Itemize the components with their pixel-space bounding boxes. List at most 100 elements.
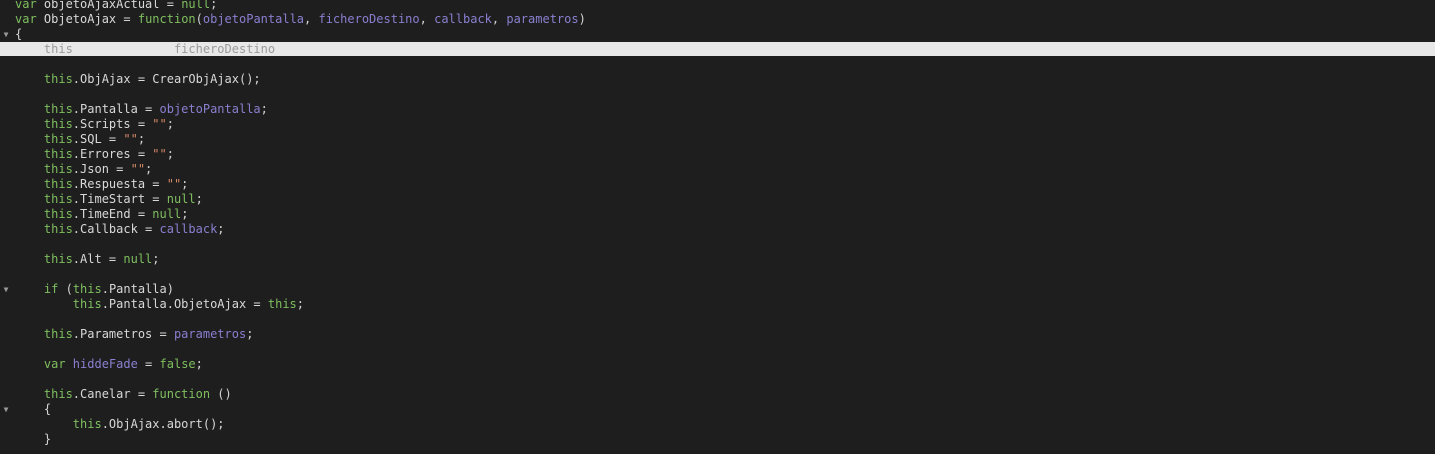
code-line[interactable]: this.Pantalla = objetoPantalla;	[0, 102, 1435, 117]
code-text: {	[15, 402, 51, 417]
code-token: ()	[210, 387, 232, 401]
code-token: null	[166, 192, 196, 206]
code-token: ""	[152, 147, 167, 161]
code-token: ""	[123, 132, 138, 146]
current-line[interactable]: this ficheroDestino	[0, 42, 1435, 56]
code-line[interactable]: ▼ {	[0, 402, 1435, 417]
code-line[interactable]: this.SQL = "";	[0, 132, 1435, 147]
fold-toggle-icon[interactable]: ▼	[0, 282, 12, 297]
code-line[interactable]: }	[0, 432, 1435, 447]
code-token: ;	[137, 132, 146, 146]
code-token: ;	[145, 162, 153, 176]
code-token: this	[72, 282, 102, 296]
code-token: .Canelar =	[72, 387, 153, 401]
code-token: this	[15, 147, 73, 161]
code-token: this	[15, 297, 102, 311]
code-editor[interactable]: var objetoAjaxActual = null; var ObjetoAj…	[0, 0, 1435, 454]
code-token: ,	[419, 12, 435, 26]
code-token: this	[15, 132, 73, 146]
code-text: this.Canelar = function ()	[15, 387, 232, 402]
code-text: this.Alt = null;	[15, 252, 160, 267]
code-token: ,	[304, 12, 319, 26]
code-token: .Errores =	[72, 147, 153, 161]
code-text: }	[15, 432, 51, 447]
code-text: var ObjetoAjax = function(objetoPantalla…	[15, 12, 586, 27]
code-line[interactable]: ▼{	[0, 27, 1435, 42]
code-line[interactable]: this.Canelar = function ()	[0, 387, 1435, 402]
code-line[interactable]: var objetoAjaxActual = null;	[0, 0, 1435, 12]
code-token: null	[152, 207, 182, 221]
code-token: ;	[195, 357, 203, 371]
code-token: this	[15, 417, 102, 431]
code-token: parametros	[173, 327, 247, 341]
code-token: .Pantalla =	[72, 102, 160, 116]
code-token: {	[15, 402, 52, 416]
code-token: )	[578, 12, 586, 26]
code-token: =	[159, 0, 182, 11]
code-token: ();	[238, 72, 261, 86]
fold-toggle-icon[interactable]: ▼	[0, 402, 12, 417]
code-token: {	[15, 27, 23, 41]
code-token: .Alt =	[72, 252, 124, 266]
code-text: this.ObjAjax = CrearObjAjax();	[15, 72, 261, 87]
code-token: this	[267, 297, 297, 311]
code-token: this	[15, 102, 73, 116]
code-token: this	[15, 42, 73, 56]
code-text: this.ObjAjax.abort();	[15, 417, 225, 432]
code-line[interactable]: this.Errores = "";	[0, 147, 1435, 162]
code-token: ;	[296, 297, 305, 311]
code-line[interactable]: var ObjetoAjax = function(objetoPantalla…	[0, 12, 1435, 27]
code-token: (	[195, 12, 203, 26]
code-token: callback	[434, 12, 492, 26]
code-token: .SQL =	[72, 132, 124, 146]
code-line[interactable]: this.Respuesta = "";	[0, 177, 1435, 192]
code-token: ;	[217, 222, 225, 236]
code-token: ficheroDestino	[173, 42, 276, 56]
code-token: ;	[195, 192, 203, 206]
code-token: if	[15, 282, 66, 296]
code-line[interactable]: this.TimeStart = null;	[0, 192, 1435, 207]
code-token: .Parametros =	[72, 327, 174, 341]
code-token: ficheroDestino	[318, 12, 420, 26]
code-line[interactable]: this.Callback = callback;	[0, 222, 1435, 237]
code-token: function	[152, 387, 211, 401]
code-token: .Pantalla.ObjetoAjax =	[101, 297, 268, 311]
code-text: this.Errores = "";	[15, 147, 174, 162]
code-token: this	[15, 192, 73, 206]
code-token: this	[15, 72, 73, 86]
code-text: this.Callback = callback;	[15, 222, 225, 237]
code-token: ;	[166, 117, 174, 131]
code-text: this.Pantalla = objetoPantalla;	[15, 102, 268, 117]
code-text: this.TimeEnd = null;	[15, 207, 189, 222]
code-token: ObjetoAjax	[43, 12, 117, 26]
code-token: .Scripts =	[72, 117, 153, 131]
code-token: this	[15, 222, 73, 236]
code-line[interactable]: this.Json = "";	[0, 162, 1435, 177]
code-token: }	[15, 432, 52, 446]
code-token: .ObjAjax.abort();	[101, 417, 225, 431]
code-token: this	[15, 162, 73, 176]
code-token: this	[15, 177, 73, 191]
code-line[interactable]: ▼ if (this.Pantalla)	[0, 282, 1435, 297]
code-line[interactable]: this.Pantalla.ObjetoAjax = this;	[0, 297, 1435, 312]
code-line[interactable]: this.TimeEnd = null;	[0, 207, 1435, 222]
code-text: this.SQL = "";	[15, 132, 145, 147]
fold-toggle-icon[interactable]: ▼	[0, 27, 12, 42]
code-token: var	[15, 0, 44, 11]
code-token: null	[181, 0, 211, 11]
code-token: this	[15, 387, 73, 401]
code-token: ""	[166, 177, 182, 191]
code-line[interactable]: this.ObjAjax = CrearObjAjax();	[0, 72, 1435, 87]
code-token: ;	[260, 102, 268, 116]
code-text: this.Scripts = "";	[15, 117, 174, 132]
code-line[interactable]: this.Parametros = parametros;	[0, 327, 1435, 342]
code-token: .TimeEnd =	[72, 207, 153, 221]
code-line[interactable]: this.Scripts = "";	[0, 117, 1435, 132]
code-line[interactable]: var hiddeFade = false;	[0, 357, 1435, 372]
code-line[interactable]: this.ObjAjax.abort();	[0, 417, 1435, 432]
code-token: ""	[130, 162, 146, 176]
code-token: CrearObjAjax	[152, 72, 239, 86]
code-text: this.Json = "";	[15, 162, 152, 177]
code-line[interactable]: this.Alt = null;	[0, 252, 1435, 267]
